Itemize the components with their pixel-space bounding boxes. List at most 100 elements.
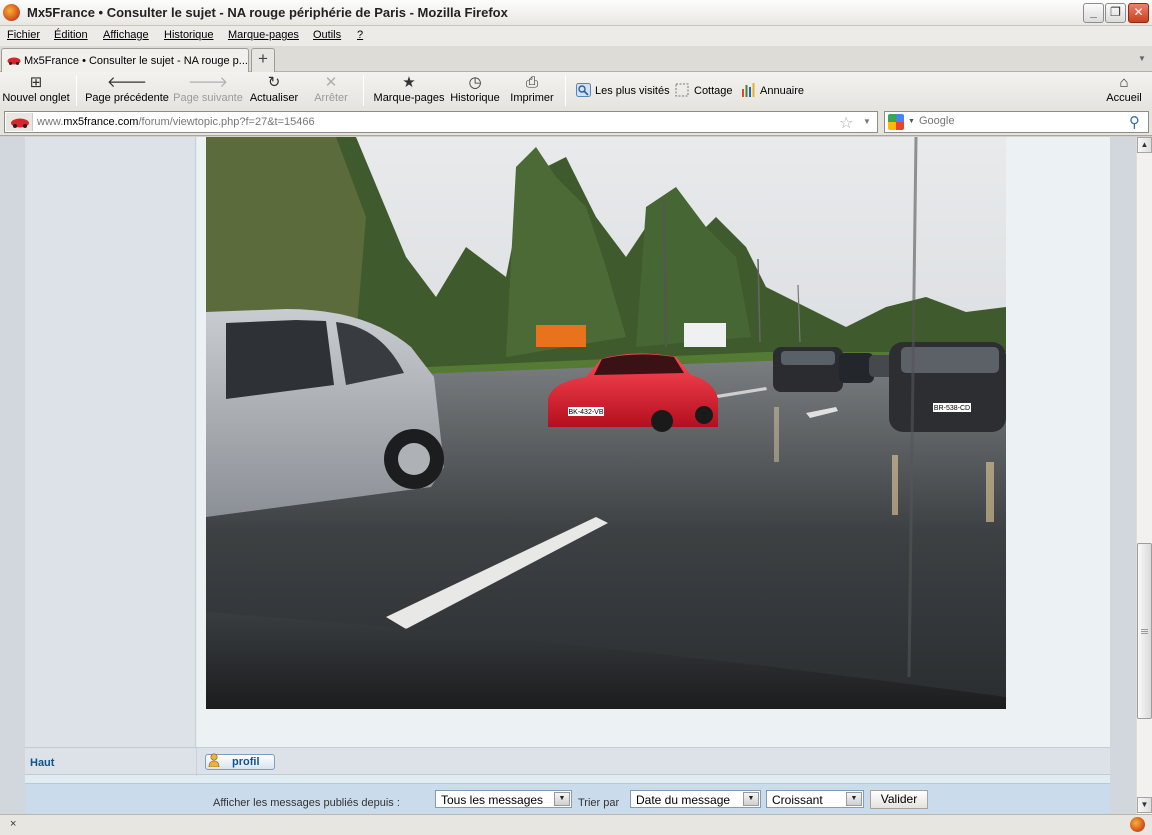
menu-historique[interactable]: Historique	[164, 29, 214, 41]
location-bar-row: www.mx5france.com/forum/viewtopic.php?f=…	[0, 109, 1152, 136]
toolbar-separator	[565, 75, 566, 106]
chevron-down-icon: ▼	[846, 792, 862, 806]
tab-current[interactable]: Mx5France • Consulter le sujet - NA roug…	[1, 48, 249, 72]
bookmark-cottage[interactable]: Cottage	[675, 83, 733, 97]
menu-help[interactable]: ?	[357, 29, 363, 41]
bookmark-annuaire[interactable]: Annuaire	[741, 83, 804, 97]
vertical-scrollbar[interactable]: ▲ ▼	[1136, 137, 1152, 814]
most-visited-icon	[576, 83, 591, 97]
grip-icon	[1141, 629, 1148, 635]
stop-icon: ✕	[324, 74, 338, 91]
close-findbar-icon[interactable]: ×	[10, 818, 16, 830]
reload-label: Actualiser	[249, 92, 299, 104]
url-domain: mx5france.com	[63, 116, 139, 128]
history-label: Historique	[450, 92, 500, 104]
bookmarks-button[interactable]: ★ Marque-pages	[373, 74, 445, 104]
scroll-down-icon[interactable]: ▼	[1137, 797, 1152, 813]
sort-by-label: Trier par	[578, 797, 620, 809]
history-button[interactable]: ◷ Historique	[450, 74, 500, 104]
sort-key-value: Date du message	[636, 793, 731, 807]
post-body: BR-538-CD BK-432-VB	[197, 137, 1110, 747]
firefox-status-icon	[1130, 817, 1145, 832]
scroll-up-icon[interactable]: ▲	[1137, 137, 1152, 153]
mx5-favicon-icon	[7, 57, 21, 65]
annuaire-bars-icon	[742, 83, 755, 97]
back-to-top-link[interactable]: Haut	[30, 757, 54, 769]
new-tab-icon: ⊞	[29, 74, 43, 91]
window-title: Mx5France • Consulter le sujet - NA roug…	[27, 5, 508, 20]
search-magnifier-icon[interactable]: ⚲	[1129, 113, 1140, 131]
bookmark-cottage-label: Cottage	[694, 85, 733, 97]
new-tab-label: Nouvel onglet	[2, 92, 70, 104]
sort-order-value: Croissant	[772, 793, 823, 807]
post-footer-row: Haut profil	[25, 747, 1110, 776]
reload-button[interactable]: ↻ Actualiser	[249, 74, 299, 104]
page-viewport: BR-538-CD BK-432-VB Haut profil Afficher…	[0, 137, 1136, 814]
message-period-value: Tous les messages	[441, 793, 544, 807]
print-button[interactable]: ⎙ Imprimer	[510, 74, 554, 104]
new-tab-toolbar-button[interactable]: ⊞ Nouvel onglet	[2, 74, 70, 104]
chevron-down-icon: ▼	[743, 792, 759, 806]
menu-marque-pages[interactable]: Marque-pages	[228, 29, 299, 41]
red-car-plate: BK-432-VB	[568, 409, 603, 416]
window-titlebar: Mx5France • Consulter le sujet - NA roug…	[0, 0, 1152, 26]
message-period-select[interactable]: Tous les messages ▼	[435, 790, 572, 808]
search-engine-dropdown-icon[interactable]: ▼	[908, 118, 915, 125]
close-window-button[interactable]: ✕	[1128, 3, 1149, 23]
print-label: Imprimer	[510, 92, 554, 104]
forum-page: BR-538-CD BK-432-VB Haut profil Afficher…	[25, 137, 1110, 814]
new-tab-button[interactable]: +	[251, 48, 275, 72]
bookmarks-label: Marque-pages	[373, 92, 445, 104]
profile-button[interactable]: profil	[205, 753, 275, 770]
column-divider	[196, 748, 197, 776]
tab-list-icon[interactable]: ▼	[1138, 54, 1146, 63]
home-icon: ⌂	[1119, 74, 1129, 91]
url-path: /forum/viewtopic.php?f=27&t=15466	[138, 116, 315, 128]
display-options-bar: Afficher les messages publiés depuis : T…	[25, 783, 1110, 814]
forward-button[interactable]: 🡒 Page suivante	[173, 74, 243, 104]
bookmark-page-star-icon[interactable]: ☆	[839, 113, 853, 133]
bookmark-most-visited-label: Les plus visités	[595, 85, 670, 97]
url-text: www.mx5france.com/forum/viewtopic.php?f=…	[37, 116, 315, 128]
site-identity-button[interactable]	[6, 113, 33, 131]
home-button[interactable]: ⌂ Accueil	[1104, 74, 1144, 104]
menu-edition[interactable]: Édition	[54, 29, 88, 41]
minimize-button[interactable]: _	[1083, 3, 1104, 23]
back-arrow-icon: 🡐	[106, 74, 148, 91]
back-button[interactable]: 🡐 Page précédente	[85, 74, 169, 104]
post-photo-red-na-on-peripherique: BR-538-CD BK-432-VB	[206, 137, 1006, 709]
profile-button-label: profil	[232, 756, 260, 768]
firefox-logo-icon	[3, 4, 20, 21]
bookmark-most-visited[interactable]: Les plus visités	[576, 83, 670, 97]
clock-icon: ◷	[468, 74, 482, 91]
tab-label: Mx5France • Consulter le sujet - NA roug…	[24, 55, 248, 67]
sort-key-select[interactable]: Date du message ▼	[630, 790, 761, 808]
scrollbar-thumb[interactable]	[1137, 543, 1152, 719]
search-input[interactable]	[919, 115, 1119, 127]
menu-bar: Fichier Édition Affichage Historique Mar…	[0, 26, 1152, 46]
dashed-page-icon	[675, 83, 689, 97]
menu-fichier[interactable]: Fichier	[7, 29, 40, 41]
chevron-down-icon: ▼	[554, 792, 570, 806]
forward-arrow-icon: 🡒	[187, 74, 229, 91]
google-engine-icon[interactable]	[888, 114, 904, 130]
post-author-column	[25, 137, 196, 747]
menu-outils[interactable]: Outils	[313, 29, 341, 41]
toolbar-separator	[76, 75, 77, 106]
user-icon	[208, 753, 220, 767]
bookmark-annuaire-label: Annuaire	[760, 85, 805, 97]
stop-label: Arrêter	[314, 92, 348, 104]
sort-order-select[interactable]: Croissant ▼	[766, 790, 864, 808]
url-bar[interactable]: www.mx5france.com/forum/viewtopic.php?f=…	[4, 111, 878, 133]
submit-sort-button[interactable]: Valider	[870, 790, 928, 809]
home-label: Accueil	[1106, 92, 1142, 104]
show-messages-label: Afficher les messages publiés depuis :	[213, 797, 400, 809]
maximize-button[interactable]: ❐	[1105, 3, 1126, 23]
back-label: Page précédente	[85, 92, 169, 104]
printer-icon: ⎙	[525, 74, 538, 91]
url-dropdown-icon[interactable]: ▼	[863, 117, 871, 126]
reload-icon: ↻	[267, 74, 281, 91]
menu-affichage[interactable]: Affichage	[103, 29, 149, 41]
stop-button[interactable]: ✕ Arrêter	[311, 74, 351, 104]
forward-label: Page suivante	[173, 92, 243, 104]
